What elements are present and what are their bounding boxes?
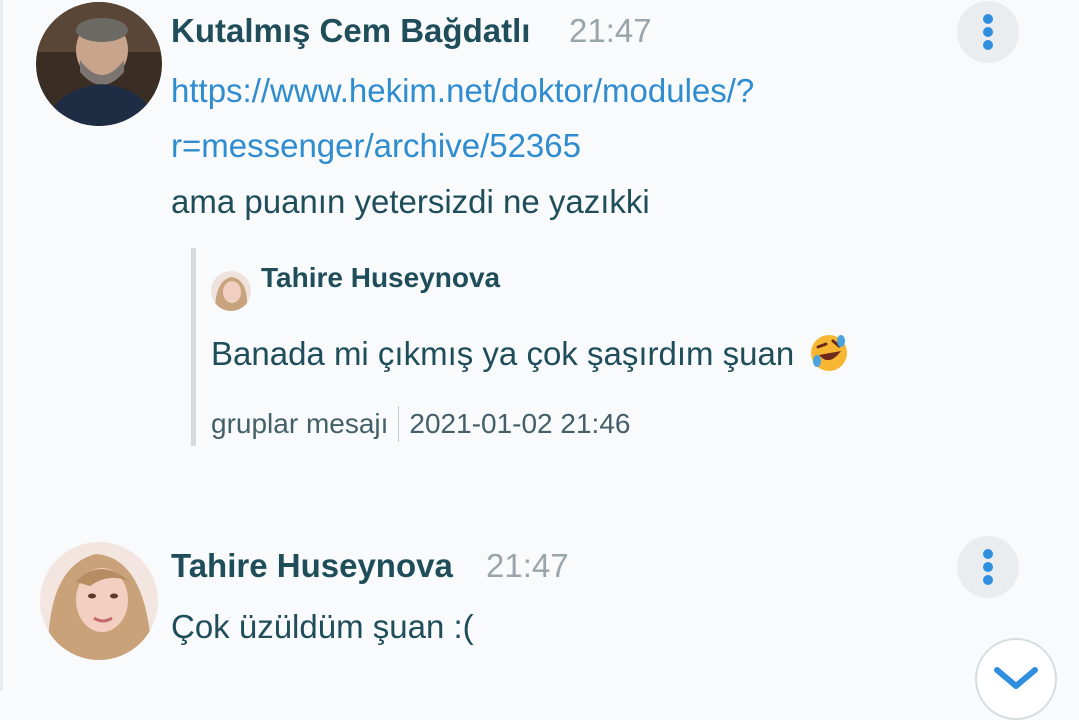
quote-meta: gruplar mesajı 2021-01-02 21:46: [211, 406, 630, 442]
quote-sender[interactable]: Tahire Huseynova: [261, 262, 500, 294]
quote-text-content: Banada mi çıkmış ya çok şaşırdım şuan: [211, 335, 795, 372]
message-text: Çok üzüldüm şuan :(: [171, 608, 474, 645]
message-item: Tahire Huseynova 21:47 Çok üzüldüm şuan …: [0, 530, 1079, 691]
rolling-on-floor-laughing-emoji-icon: [809, 333, 849, 373]
chevron-down-icon: [994, 667, 1038, 689]
quote-timestamp: 2021-01-02 21:46: [409, 408, 631, 439]
message-time: 21:47: [569, 12, 652, 49]
quote-avatar: [211, 271, 251, 311]
quote-source[interactable]: gruplar mesajı: [211, 408, 388, 439]
message-time: 21:47: [486, 547, 569, 584]
sender-name[interactable]: Tahire Huseynova: [171, 547, 453, 585]
message-item: Kutalmış Cem Bağdatlı 21:47 https://www.…: [0, 0, 1079, 470]
message-link[interactable]: https://www.hekim.net/doktor/modules/?: [171, 72, 754, 110]
quote-bar: [191, 248, 196, 446]
avatar[interactable]: [36, 2, 162, 126]
scroll-down-button[interactable]: [975, 638, 1057, 720]
sender-name[interactable]: Kutalmış Cem Bağdatlı: [171, 12, 530, 50]
divider: [398, 406, 400, 442]
avatar[interactable]: [40, 542, 158, 660]
more-options-button[interactable]: [957, 1, 1019, 63]
message-link-continued[interactable]: r=messenger/archive/52365: [171, 127, 581, 165]
more-options-button[interactable]: [957, 536, 1019, 598]
message-text: ama puanın yetersizdi ne yazıkki: [171, 183, 650, 220]
quote-text: Banada mi çıkmış ya çok şaşırdım şuan: [211, 333, 849, 373]
